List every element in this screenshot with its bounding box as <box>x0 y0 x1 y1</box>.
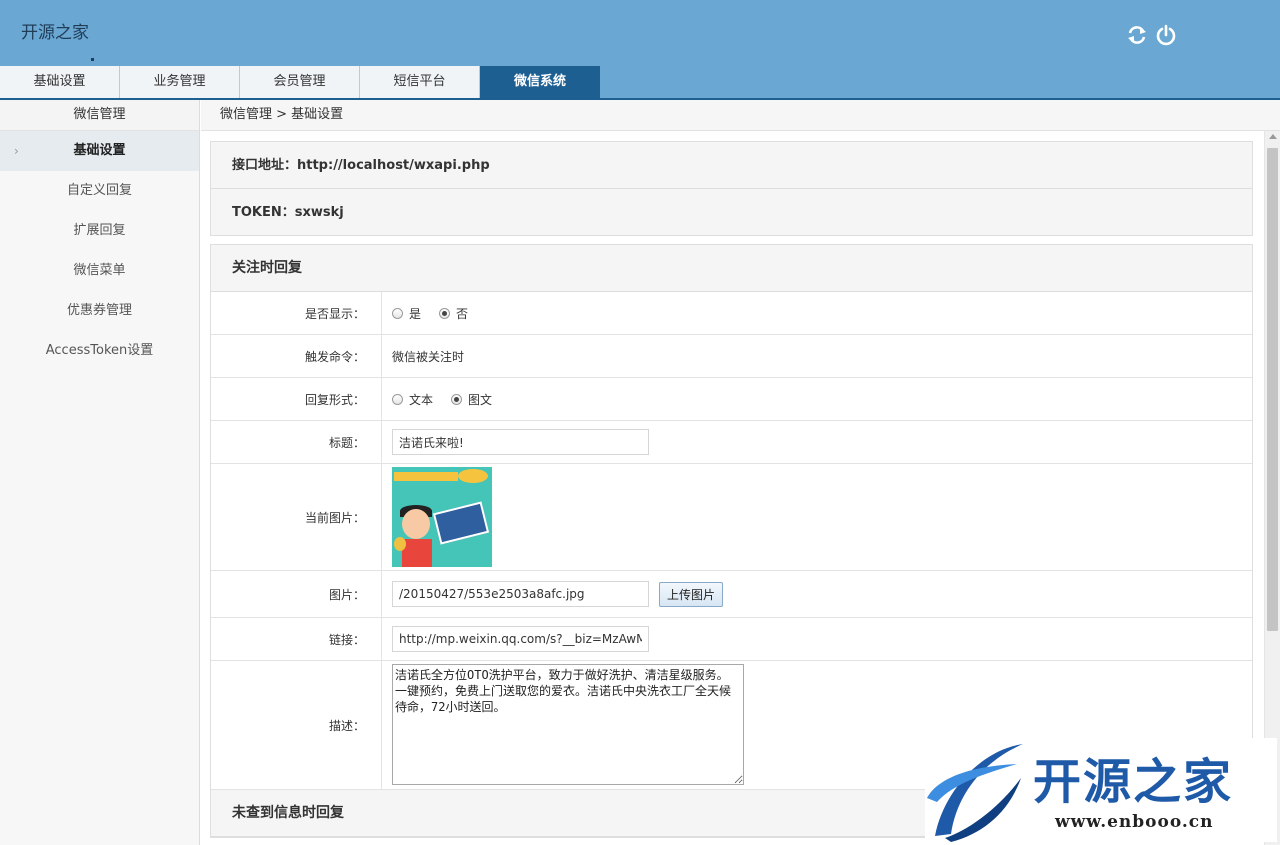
format-news-option[interactable]: 图文 <box>451 391 492 408</box>
tab-wechat-system[interactable]: 微信系统 <box>480 66 600 98</box>
image-row: 图片： 上传图片 <box>211 571 1252 618</box>
description-label: 描述： <box>211 661 382 789</box>
sidebar-heading: 微信管理 <box>0 100 199 131</box>
title-field-wrap <box>392 421 649 463</box>
description-field-wrap: 洁诺氏全方位OTO洗护平台，致力于做好洗护、清洁星级服务。 一键预约，免费上门送… <box>392 661 744 789</box>
token-value: TOKEN：sxwskj <box>232 205 344 220</box>
sidebar-item-coupon-management[interactable]: 优惠券管理 <box>0 291 199 331</box>
tab-member-management[interactable]: 会员管理 <box>240 66 360 98</box>
radio-no-label: 否 <box>456 306 469 321</box>
scroll-up-arrow-icon[interactable] <box>1269 134 1277 139</box>
follow-reply-title: 关注时回复 <box>211 245 1252 292</box>
top-header: 开源之家 基础设置 业务管理 会员管理 短信平台 微信系统 <box>0 0 1280 100</box>
radio-news-label: 图文 <box>468 392 493 407</box>
sidebar-item-custom-reply[interactable]: 自定义回复 <box>0 171 199 211</box>
title-input[interactable] <box>392 429 649 455</box>
sidebar-item-wechat-menu[interactable]: 微信菜单 <box>0 251 199 291</box>
sidebar: 微信管理 › 基础设置 自定义回复 扩展回复 微信菜单 优惠券管理 Access… <box>0 100 200 845</box>
swoosh-logo-icon <box>927 744 1023 842</box>
tab-business-management[interactable]: 业务管理 <box>120 66 240 98</box>
link-row: 链接： <box>211 618 1252 661</box>
watermark-url: www.enbooo.cn <box>1055 812 1214 832</box>
refresh-icon[interactable] <box>1126 24 1148 46</box>
sidebar-item-label: 自定义回复 <box>66 183 132 198</box>
watermark-text: 开源之家 <box>1033 754 1234 810</box>
radio-no[interactable] <box>439 307 451 319</box>
tab-basic-settings[interactable]: 基础设置 <box>0 66 120 98</box>
format-label: 回复形式： <box>211 378 382 420</box>
link-label: 链接： <box>211 618 382 660</box>
watermark-logo: 开源之家 www.enbooo.cn <box>925 738 1277 842</box>
show-options: 是 否 <box>392 292 486 334</box>
breadcrumb: 微信管理 > 基础设置 <box>220 107 344 122</box>
sidebar-item-label: 扩展回复 <box>73 223 126 238</box>
image-field-wrap: 上传图片 <box>392 571 724 617</box>
radio-yes[interactable] <box>392 307 403 319</box>
sidebar-item-label: 微信菜单 <box>73 263 126 278</box>
description-textarea[interactable]: 洁诺氏全方位OTO洗护平台，致力于做好洗护、清洁星级服务。 一键预约，免费上门送… <box>392 664 744 785</box>
show-row: 是否显示： 是 否 <box>211 292 1252 335</box>
power-icon[interactable] <box>1155 24 1177 46</box>
api-address: 接口地址：http://localhost/wxapi.php <box>211 142 1252 189</box>
app-title: 开源之家 <box>21 23 89 43</box>
sidebar-item-accesstoken-settings[interactable]: AccessToken设置 <box>0 331 199 371</box>
title-row: 标题： <box>211 421 1252 464</box>
sidebar-item-label: 优惠券管理 <box>66 303 132 318</box>
api-info-box: 接口地址：http://localhost/wxapi.php TOKEN：sx… <box>210 141 1253 236</box>
trigger-label: 触发命令： <box>211 335 382 377</box>
show-yes-option[interactable]: 是 <box>392 305 421 322</box>
link-input[interactable] <box>392 626 649 652</box>
current-image-row: 当前图片： <box>211 464 1252 571</box>
title-label: 标题： <box>211 421 382 463</box>
sidebar-item-basic-settings[interactable]: › 基础设置 <box>0 131 199 171</box>
format-options: 文本 图文 <box>392 378 510 420</box>
image-path-input[interactable] <box>392 581 649 607</box>
link-field-wrap <box>392 618 649 660</box>
show-no-option[interactable]: 否 <box>439 305 468 322</box>
scrollbar-thumb[interactable] <box>1267 148 1278 631</box>
trigger-row: 触发命令： 微信被关注时 <box>211 335 1252 378</box>
sidebar-item-extended-reply[interactable]: 扩展回复 <box>0 211 199 251</box>
radio-text[interactable] <box>392 393 403 405</box>
format-text-option[interactable]: 文本 <box>392 391 433 408</box>
image-label: 图片： <box>211 571 382 617</box>
sidebar-item-label: 基础设置 <box>73 143 126 158</box>
tab-sms-platform[interactable]: 短信平台 <box>360 66 480 98</box>
current-image-label: 当前图片： <box>211 464 382 570</box>
upload-image-button[interactable]: 上传图片 <box>659 581 724 607</box>
current-image-wrap <box>392 464 492 570</box>
main-tabs: 基础设置 业务管理 会员管理 短信平台 微信系统 <box>0 66 600 98</box>
breadcrumb-bar: 微信管理 > 基础设置 <box>201 100 1280 131</box>
sidebar-item-label: AccessToken设置 <box>45 343 154 358</box>
current-image-thumbnail <box>392 467 492 567</box>
trigger-value: 微信被关注时 <box>392 349 465 364</box>
show-label: 是否显示： <box>211 292 382 334</box>
radio-text-label: 文本 <box>409 392 434 407</box>
format-row: 回复形式： 文本 图文 <box>211 378 1252 421</box>
radio-news[interactable] <box>451 393 463 405</box>
radio-yes-label: 是 <box>409 306 422 321</box>
chevron-right-icon: › <box>14 144 19 158</box>
title-decoration <box>91 58 94 61</box>
